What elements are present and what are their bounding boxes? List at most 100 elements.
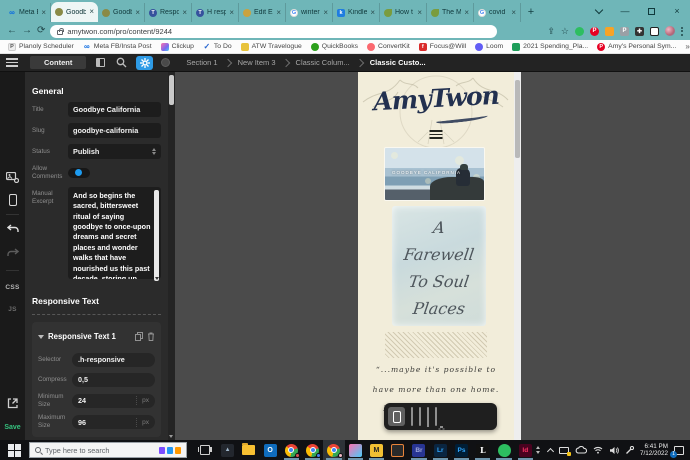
max-size-input[interactable]: 96px	[72, 415, 155, 429]
export-icon[interactable]	[0, 398, 25, 409]
tab-close-icon[interactable]: ×	[370, 9, 375, 17]
bookmark-item[interactable]: fFocus@Will	[419, 43, 466, 51]
taskbar-app-l[interactable]: L	[472, 440, 493, 460]
bookmark-item[interactable]: ∞Meta FB/Insta Post	[83, 43, 152, 51]
device-tablet-button[interactable]	[419, 408, 421, 426]
breadcrumb-column[interactable]: Classic Colum...	[296, 58, 350, 67]
task-view-button[interactable]	[193, 440, 217, 460]
taskbar-clock[interactable]: 6:41 PM 7/12/2022	[640, 443, 668, 458]
hidden-icons-chevron[interactable]	[547, 447, 554, 454]
bookmark-item[interactable]: ✓To Do	[203, 43, 232, 51]
tab-close-icon[interactable]: ×	[182, 9, 187, 17]
bookmark-item[interactable]: PPlanoly Scheduler	[8, 43, 74, 51]
browser-tab[interactable]: How t ×	[380, 3, 427, 22]
address-bar[interactable]: amytwon.com/pro/content/9244	[50, 25, 497, 38]
collapse-caret-icon[interactable]	[38, 335, 44, 339]
scrollbar-thumb[interactable]	[169, 75, 174, 105]
tab-close-icon[interactable]: ×	[135, 9, 140, 17]
browser-menu-icon[interactable]	[681, 27, 683, 36]
browser-tab[interactable]: The M ×	[427, 3, 474, 22]
bookmark-item[interactable]: QuickBooks	[311, 43, 358, 51]
breadcrumb-item[interactable]: New Item 3	[238, 58, 276, 67]
device-desktop-button[interactable]	[435, 408, 437, 426]
browser-tab[interactable]: G winter ×	[286, 3, 333, 22]
slug-input[interactable]	[68, 123, 161, 138]
browser-tab[interactable]: G covid ×	[474, 3, 521, 22]
js-editor-button[interactable]: JS	[0, 306, 25, 313]
taskbar-file-explorer[interactable]	[238, 440, 259, 460]
tab-close-icon[interactable]: ×	[323, 9, 328, 17]
search-icon[interactable]	[115, 56, 128, 69]
taskbar-chrome-2[interactable]	[302, 440, 323, 460]
reload-icon[interactable]: ⟳	[37, 26, 45, 36]
share-icon[interactable]: ⇪	[547, 27, 555, 36]
mobile-preview-icon[interactable]	[0, 194, 25, 206]
taskbar-app-green[interactable]	[493, 440, 514, 460]
bookmark-item[interactable]: Clickup	[161, 43, 194, 51]
taskbar-chrome-active[interactable]	[323, 440, 344, 460]
tab-close-icon[interactable]: ×	[511, 9, 516, 17]
undo-icon[interactable]	[0, 224, 25, 233]
tab-close-icon[interactable]: ×	[89, 8, 94, 16]
bookmark-item[interactable]: ConvertKit	[367, 43, 410, 51]
device-tablet-small-button[interactable]	[411, 408, 413, 426]
pen-tool-tray-icon[interactable]	[625, 446, 634, 455]
title-input[interactable]	[68, 102, 161, 117]
pinterest-extension-icon[interactable]: P	[590, 27, 599, 36]
browser-tab-active[interactable]: Goodb ×	[51, 2, 98, 22]
volume-icon[interactable]	[609, 446, 619, 455]
bookmark-item[interactable]: 2021 Spending_Pla...	[512, 43, 588, 51]
taskbar-scroll-icons[interactable]	[536, 446, 540, 454]
media-settings-icon[interactable]	[0, 172, 25, 183]
status-select[interactable]: Publish	[68, 144, 161, 159]
taskbar-indesign[interactable]: Id	[515, 440, 536, 460]
scrollbar-thumb[interactable]	[515, 80, 520, 158]
bookmark-item[interactable]: ATW Travelogue	[241, 43, 302, 51]
p-extension-icon[interactable]: P	[620, 27, 629, 36]
start-button[interactable]	[0, 440, 29, 460]
browser-tab[interactable]: T Respo ×	[145, 3, 192, 22]
notification-center-icon[interactable]: 1	[674, 446, 684, 455]
browser-tab[interactable]: Edit E ×	[239, 3, 286, 22]
bookmark-item[interactable]: PAmy's Personal Sym...	[597, 43, 676, 51]
settings-gear-button[interactable]	[136, 56, 153, 70]
tab-close-icon[interactable]: ×	[276, 9, 281, 17]
maximize-button[interactable]	[638, 0, 664, 22]
device-laptop-button[interactable]	[427, 408, 429, 426]
tab-close-icon[interactable]: ×	[464, 9, 469, 17]
honey-extension-icon[interactable]	[605, 27, 614, 36]
textarea-scrollbar[interactable]	[154, 190, 159, 281]
taskbar-outlook[interactable]: O	[260, 440, 281, 460]
taskbar-clickup[interactable]	[345, 440, 366, 460]
bookmarks-overflow-icon[interactable]: »	[685, 42, 689, 51]
delete-trash-icon[interactable]	[147, 328, 155, 346]
onedrive-cloud-icon[interactable]	[575, 446, 587, 454]
browser-tab[interactable]: k Kindle ×	[333, 3, 380, 22]
panel-scrollbar[interactable]	[168, 72, 175, 440]
tab-close-icon[interactable]: ×	[41, 9, 46, 17]
manual-excerpt-textarea[interactable]: And so begins the sacred, bittersweet ri…	[68, 187, 161, 279]
breadcrumb-current[interactable]: Classic Custo...	[370, 58, 426, 67]
network-wifi-icon[interactable]	[593, 446, 603, 454]
preview-scrollbar[interactable]	[514, 72, 521, 440]
back-icon[interactable]: ←	[7, 26, 17, 36]
taskbar-app-orange[interactable]	[387, 440, 408, 460]
inactive-gear-icon[interactable]	[161, 58, 170, 67]
close-button[interactable]: ×	[664, 0, 690, 22]
duplicate-icon[interactable]	[135, 328, 143, 346]
display-tray-icon[interactable]	[559, 447, 569, 454]
browser-tab[interactable]: T H resp ×	[192, 3, 239, 22]
tab-search-icon[interactable]	[586, 0, 612, 22]
taskbar-app-photo[interactable]: ▲	[217, 440, 238, 460]
mobile-menu-icon[interactable]	[430, 130, 443, 139]
compress-input[interactable]: 0,5	[72, 373, 155, 387]
forward-icon[interactable]: →	[22, 26, 32, 36]
scroll-down-icon[interactable]	[169, 435, 173, 438]
bookmark-item[interactable]: Loom	[475, 43, 503, 51]
extensions-puzzle-icon[interactable]: ✚	[635, 27, 644, 36]
taskbar-app-m[interactable]: M	[366, 440, 387, 460]
content-button[interactable]: Content	[30, 56, 86, 69]
layout-panel-icon[interactable]	[94, 56, 107, 69]
taskbar-photoshop[interactable]: Ps	[451, 440, 472, 460]
allow-comments-toggle[interactable]	[68, 168, 90, 178]
